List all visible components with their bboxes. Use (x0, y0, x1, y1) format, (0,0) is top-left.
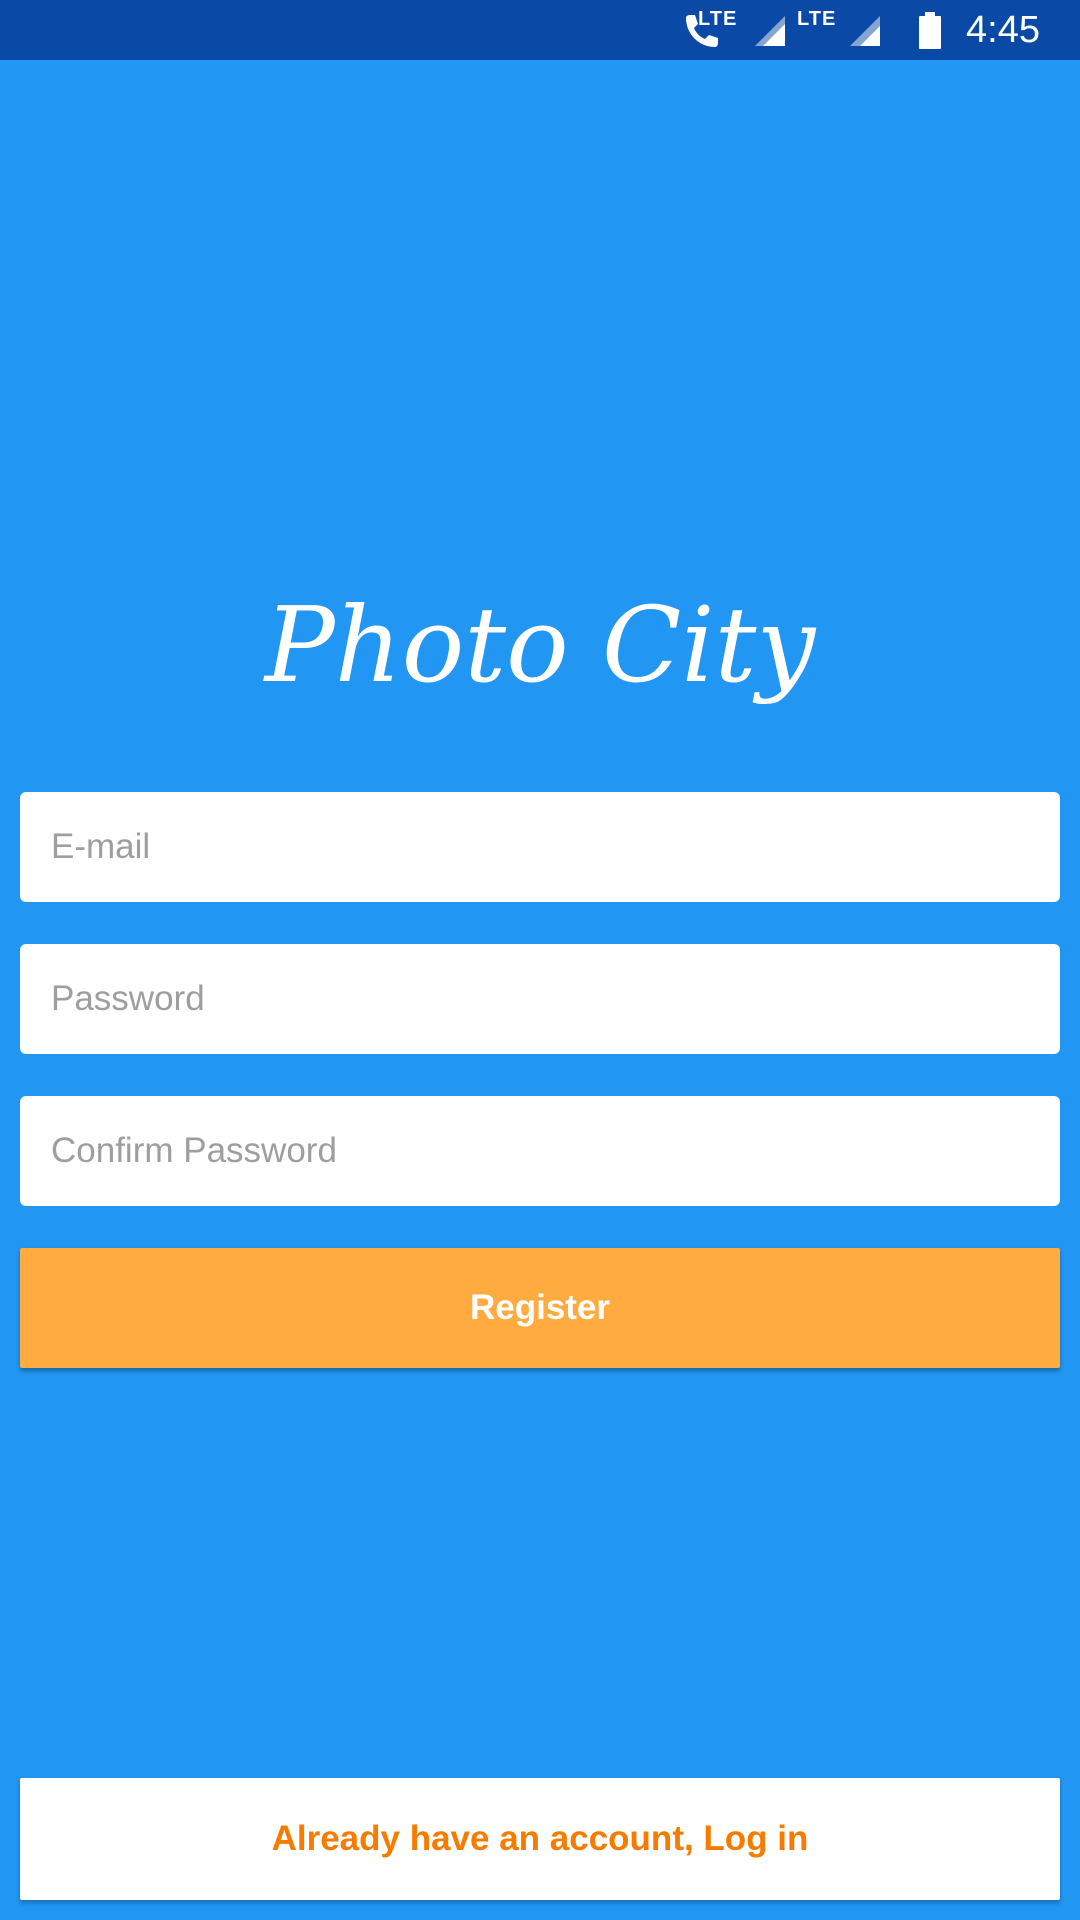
confirm-password-field-container (20, 1096, 1060, 1206)
status-time: 4:45 (966, 9, 1040, 51)
lte-label: LTE (797, 8, 837, 30)
login-button[interactable]: Already have an account, Log in (20, 1778, 1060, 1900)
lte-label: LTE (698, 8, 738, 30)
app-title: Photo City (264, 584, 816, 706)
signal-icon (755, 14, 787, 53)
email-field-container (20, 792, 1060, 902)
email-field[interactable] (20, 792, 1060, 902)
password-field[interactable] (20, 944, 1060, 1054)
password-field-container (20, 944, 1060, 1054)
login-link[interactable]: Log in (703, 1819, 808, 1858)
confirm-password-field[interactable] (20, 1096, 1060, 1206)
status-bar: LTE LTE 4:45 (0, 0, 1080, 60)
login-prompt: Already have an account, (271, 1819, 704, 1858)
battery-icon (918, 12, 942, 55)
signal-icon (850, 14, 882, 53)
register-button[interactable]: Register (20, 1248, 1060, 1368)
